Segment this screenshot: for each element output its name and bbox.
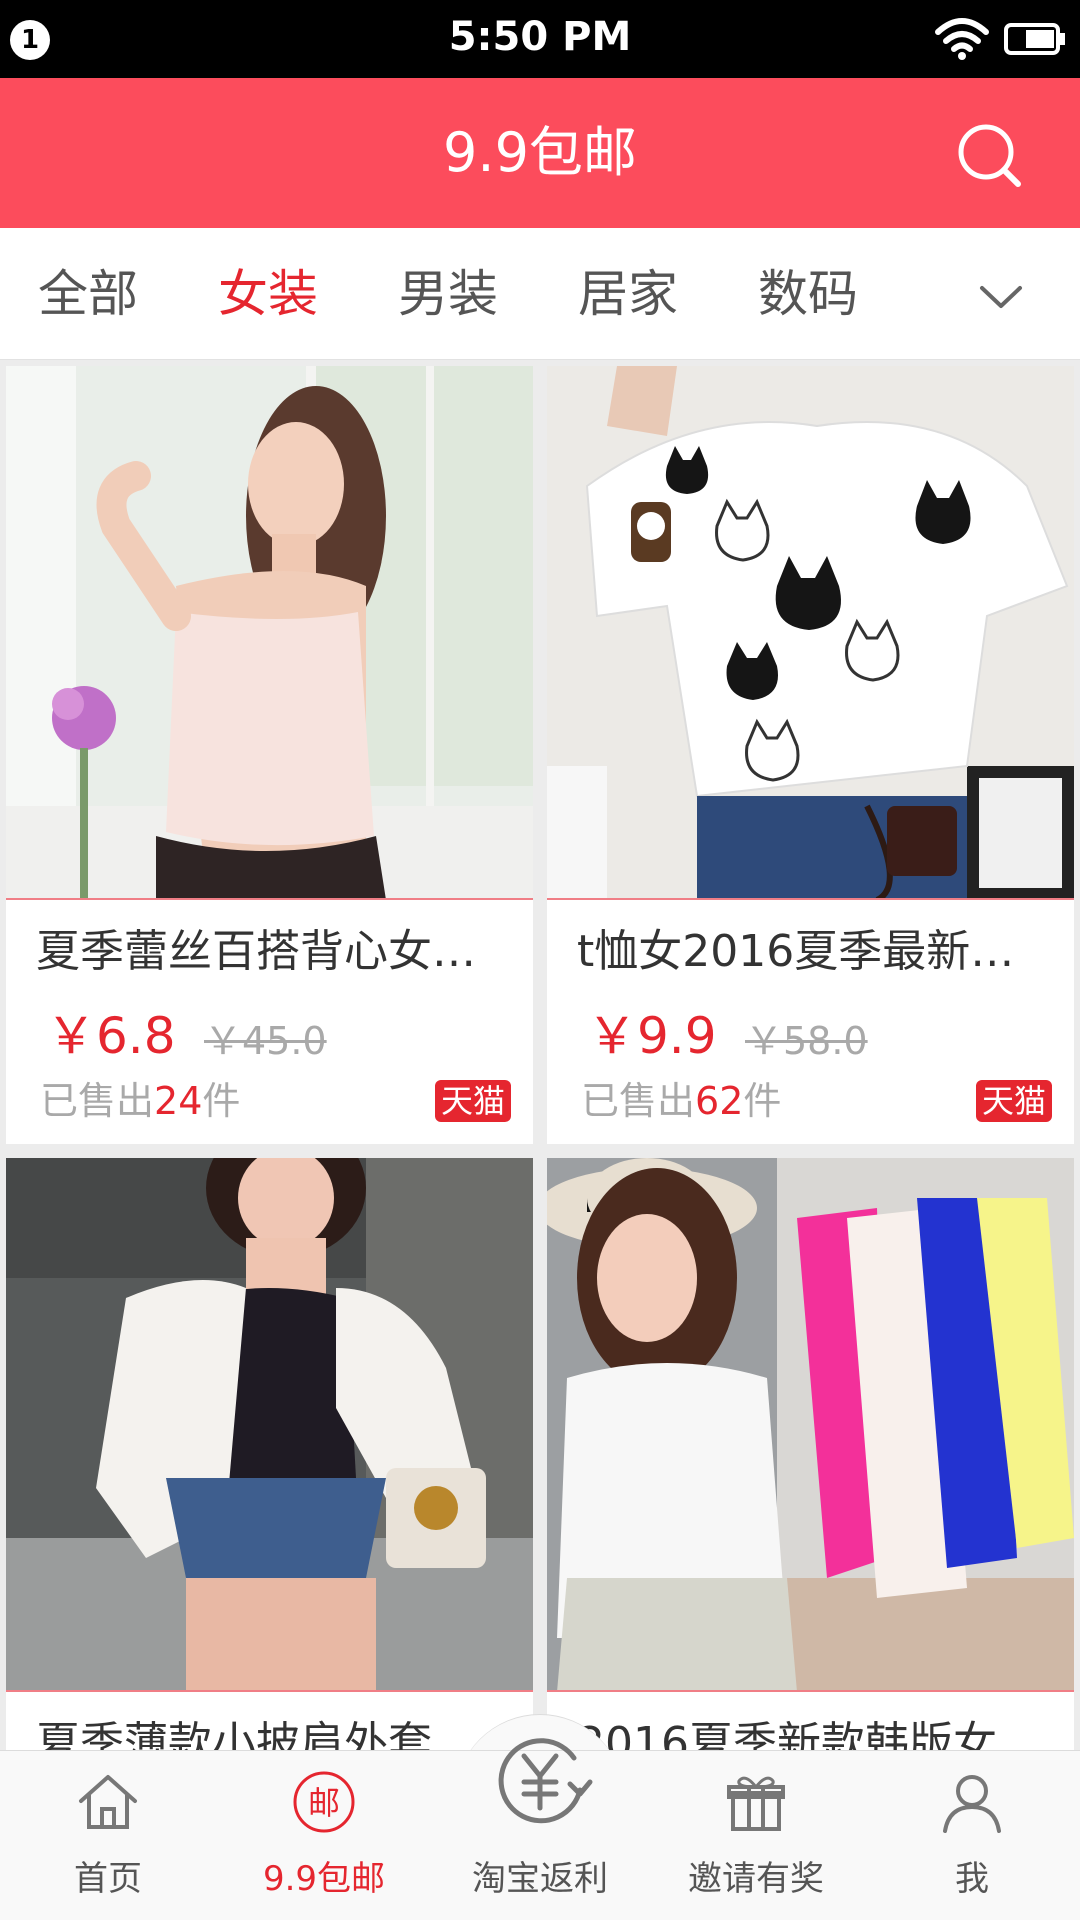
tmall-badge: 天猫 <box>975 1080 1052 1122</box>
product-image <box>547 366 1074 900</box>
sold-prefix: 已售出 <box>581 1079 696 1123</box>
status-bar: 1 5:50 PM <box>0 0 1080 78</box>
rebate-icon[interactable] <box>484 1726 596 1838</box>
nav-label: 我 <box>955 1859 989 1899</box>
product-title: 夏季蕾丝百搭背心女… <box>36 926 476 977</box>
nav-profile[interactable]: 我 <box>864 1751 1080 1920</box>
product-card[interactable]: t恤女2016夏季最新… ￥9.9 ￥58.0 已售出62件 天猫 <box>547 366 1074 1144</box>
postage-icon-text: 邮 <box>308 1784 340 1822</box>
product-original-price: ￥58.0 <box>745 1019 868 1063</box>
tab-all[interactable]: 全部 <box>38 262 138 326</box>
product-card[interactable]: 夏季薄款小披肩外套 <box>6 1158 533 1750</box>
wifi-icon <box>935 18 989 60</box>
product-image <box>6 366 533 900</box>
tab-mens[interactable]: 男装 <box>398 262 498 326</box>
tmall-badge: 天猫 <box>434 1080 511 1122</box>
nav-home[interactable]: 首页 <box>0 1751 216 1920</box>
page-title: 9.9包邮 <box>443 121 637 184</box>
sold-count-text: 已售出24件 <box>40 1076 240 1126</box>
sold-count-text: 已售出62件 <box>581 1076 781 1126</box>
search-icon[interactable] <box>954 120 1024 190</box>
postage-icon: 邮 <box>293 1771 355 1833</box>
nav-label: 邀请有奖 <box>688 1859 824 1899</box>
product-grid: 夏季蕾丝百搭背心女… ￥6.8 ￥45.0 已售出24件 天猫 t恤女2016夏… <box>0 362 1080 1750</box>
nav-postage[interactable]: 邮 9.9包邮 <box>216 1751 432 1920</box>
tab-digital[interactable]: 数码 <box>758 262 858 326</box>
product-original-price: ￥45.0 <box>204 1019 327 1063</box>
tab-home[interactable]: 居家 <box>578 262 678 326</box>
nav-label: 9.9包邮 <box>262 1859 386 1899</box>
status-time: 5:50 PM <box>448 14 632 60</box>
home-icon <box>79 1775 137 1829</box>
sold-prefix: 已售出 <box>40 1079 155 1123</box>
app-screen: 1 5:50 PM 9.9包邮 全部 女装 男装 居家 数码 夏季蕾丝百搭背心女… <box>0 0 1080 1920</box>
product-card[interactable]: 2016夏季新款韩版女 <box>547 1158 1074 1750</box>
nav-label: 首页 <box>74 1859 142 1899</box>
gift-icon <box>727 1776 785 1831</box>
product-title: 夏季薄款小披肩外套 <box>36 1718 432 1750</box>
sold-suffix: 件 <box>202 1079 241 1123</box>
category-tabs: 全部 女装 男装 居家 数码 <box>0 228 1080 360</box>
product-price: ￥9.9 <box>587 1007 717 1065</box>
nav-invite[interactable]: 邀请有奖 <box>648 1751 864 1920</box>
nav-label: 淘宝返利 <box>472 1859 608 1899</box>
product-price: ￥6.8 <box>46 1007 176 1065</box>
profile-icon <box>943 1775 1001 1833</box>
battery-icon <box>1004 23 1065 55</box>
product-card[interactable]: 夏季蕾丝百搭背心女… ￥6.8 ￥45.0 已售出24件 天猫 <box>6 366 533 1144</box>
sold-suffix: 件 <box>743 1079 782 1123</box>
sold-count: 24 <box>154 1079 203 1123</box>
product-title: t恤女2016夏季最新… <box>577 926 1015 977</box>
title-bar: 9.9包邮 <box>0 78 1080 228</box>
tab-womens[interactable]: 女装 <box>218 262 318 326</box>
chevron-down-icon[interactable] <box>976 272 1026 322</box>
sold-count: 62 <box>695 1079 744 1123</box>
product-image <box>547 1158 1074 1692</box>
product-image <box>6 1158 533 1692</box>
product-title: 2016夏季新款韩版女 <box>577 1718 997 1750</box>
